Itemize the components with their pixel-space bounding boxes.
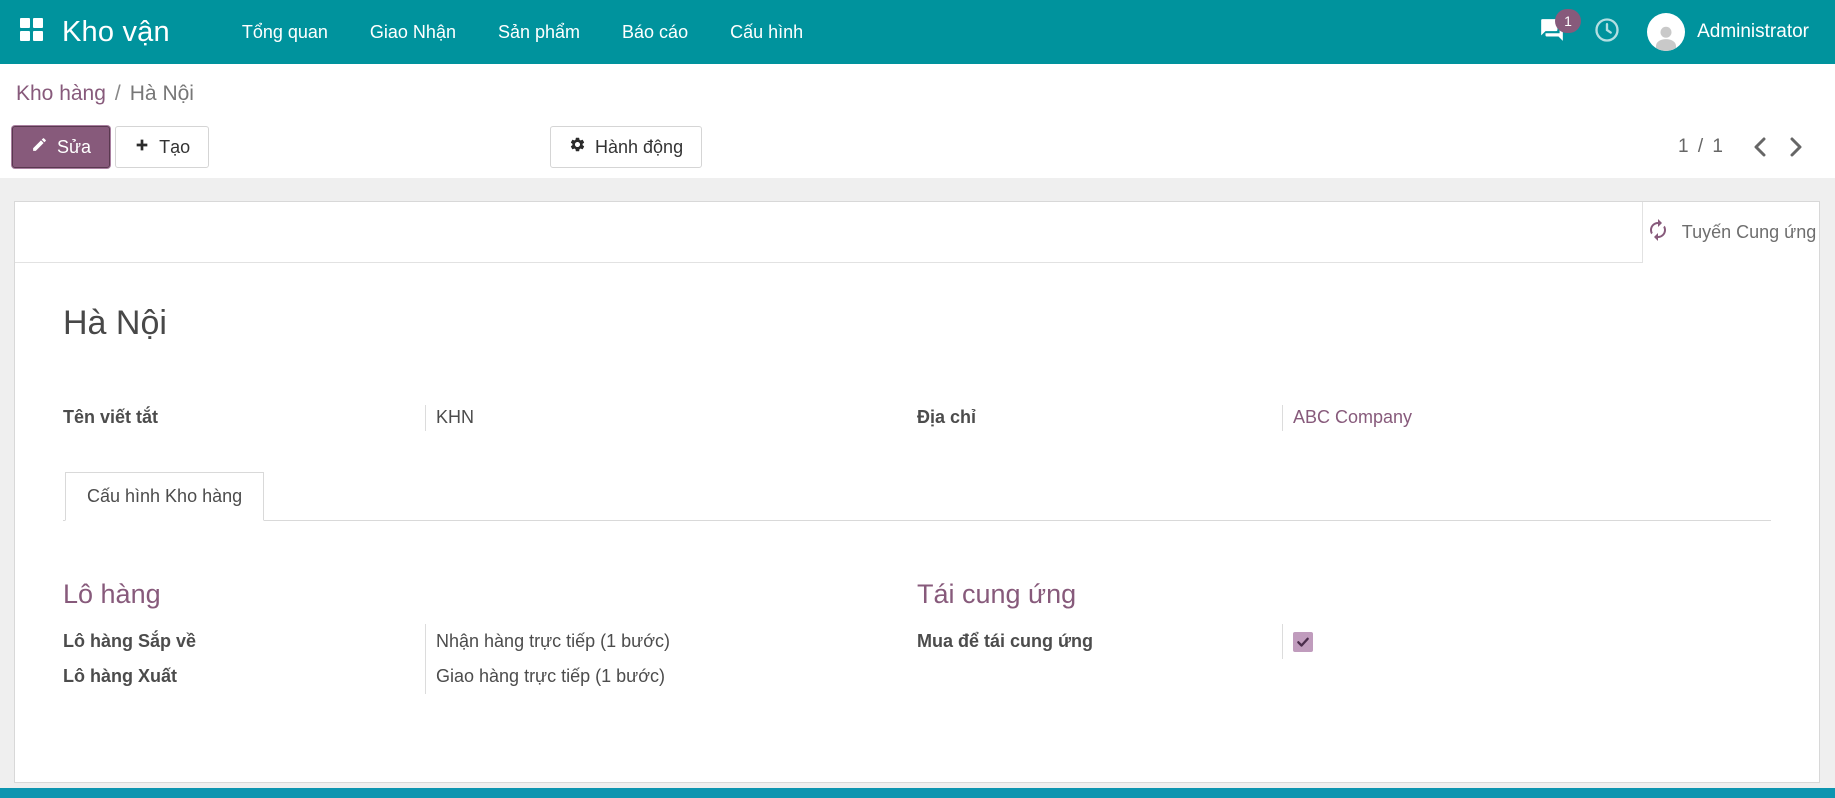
pencil-icon: [31, 136, 48, 158]
buy-to-resupply-row: Mua để tái cung ứng: [917, 624, 1771, 659]
address-value-link[interactable]: ABC Company: [1282, 405, 1771, 431]
gear-icon: [569, 136, 586, 158]
sheet-body: Hà Nội Tên viết tắt KHN Địa chỉ ABC Comp…: [15, 304, 1819, 694]
menu-tong-quan[interactable]: Tổng quan: [240, 16, 330, 49]
short-name-label: Tên viết tắt: [63, 407, 159, 427]
outgoing-shipments-label: Lô hàng Xuất: [63, 666, 177, 686]
user-menu[interactable]: Administrator: [1647, 13, 1809, 51]
fields-grid: Tên viết tắt KHN Địa chỉ ABC Company: [63, 405, 1771, 431]
pager-next-button[interactable]: [1785, 133, 1807, 161]
pager-value: 1 / 1: [1678, 136, 1725, 157]
breadcrumb: Kho hàng / Hà Nội: [16, 82, 194, 106]
field-address: Địa chỉ ABC Company: [917, 405, 1771, 431]
tab-warehouse-config[interactable]: Cấu hình Kho hàng: [65, 472, 265, 521]
control-panel: Kho hàng / Hà Nội Sửa Tạo Hành động 1 / …: [0, 64, 1835, 178]
clock-icon: [1593, 16, 1621, 49]
edit-button-label: Sửa: [57, 136, 92, 157]
short-name-value: KHN: [425, 405, 917, 431]
main-menu: Tổng quan Giao Nhận Sản phẩm Báo cáo Cấu…: [240, 16, 805, 49]
resupply-section-title: Tái cung ứng: [917, 579, 1077, 609]
messages-count-badge: 1: [1555, 8, 1582, 33]
action-menu-button[interactable]: Hành động: [550, 126, 703, 168]
section-shipments: Lô hàng Lô hàng Sắp về Nhận hàng trực ti…: [63, 579, 917, 694]
buy-to-resupply-value: [1282, 624, 1771, 659]
buy-to-resupply-label: Mua để tái cung ứng: [917, 631, 1094, 651]
page: Kho vận Tổng quan Giao Nhận Sản phẩm Báo…: [0, 0, 1835, 798]
incoming-shipments-row: Lô hàng Sắp về Nhận hàng trực tiếp (1 bư…: [63, 624, 917, 659]
menu-giao-nhan[interactable]: Giao Nhận: [368, 16, 458, 49]
app-brand[interactable]: Kho vận: [62, 16, 170, 49]
plus-icon: [134, 137, 150, 158]
outgoing-shipments-value: Giao hàng trực tiếp (1 bước): [425, 659, 917, 694]
outgoing-shipments-row: Lô hàng Xuất Giao hàng trực tiếp (1 bước…: [63, 659, 917, 694]
refresh-icon: [1646, 218, 1670, 247]
activities-menu[interactable]: [1593, 16, 1621, 49]
section-resupply: Tái cung ứng Mua để tái cung ứng: [917, 579, 1771, 694]
breadcrumb-parent-link[interactable]: Kho hàng: [16, 82, 106, 106]
top-navbar: Kho vận Tổng quan Giao Nhận Sản phẩm Báo…: [0, 0, 1835, 64]
button-row: Sửa Tạo: [12, 126, 210, 168]
action-button-label: Hành động: [595, 136, 684, 157]
apps-grid-icon: [19, 17, 44, 47]
breadcrumb-current: Hà Nội: [129, 82, 194, 105]
avatar: [1647, 13, 1686, 51]
breadcrumb-separator: /: [114, 82, 121, 105]
apps-menu-button[interactable]: [0, 0, 62, 64]
supply-routes-label: Tuyến Cung ứng: [1681, 222, 1817, 242]
address-label: Địa chỉ: [917, 407, 977, 427]
messages-menu[interactable]: 1: [1537, 8, 1582, 48]
menu-bao-cao[interactable]: Báo cáo: [620, 16, 690, 49]
incoming-shipments-label: Lô hàng Sắp về: [63, 631, 197, 651]
button-box: Tuyến Cung ứng: [15, 202, 1819, 263]
supply-routes-stat-button[interactable]: Tuyến Cung ứng: [1642, 202, 1819, 263]
shipments-section-title: Lô hàng: [63, 579, 161, 609]
field-short-name: Tên viết tắt KHN: [63, 405, 917, 431]
buy-to-resupply-checkbox[interactable]: [1293, 631, 1313, 652]
menu-san-pham[interactable]: Sản phẩm: [496, 16, 582, 49]
pager: 1 / 1: [1678, 126, 1807, 168]
create-button[interactable]: Tạo: [115, 126, 210, 168]
pager-previous-button[interactable]: [1749, 133, 1771, 161]
incoming-shipments-value: Nhận hàng trực tiếp (1 bước): [425, 624, 917, 659]
create-button-label: Tạo: [159, 136, 191, 157]
sections-grid: Lô hàng Lô hàng Sắp về Nhận hàng trực ti…: [63, 579, 1771, 694]
record-title: Hà Nội: [63, 304, 167, 342]
navbar-right: 1 Administrator: [1537, 8, 1835, 51]
window-bottom-strip: [0, 788, 1835, 798]
user-name: Administrator: [1697, 21, 1809, 42]
notebook-tabs: Cấu hình Kho hàng: [63, 471, 1771, 521]
form-sheet: Tuyến Cung ứng Hà Nội Tên viết tắt KHN Đ…: [14, 201, 1820, 783]
edit-button[interactable]: Sửa: [12, 126, 111, 168]
menu-cau-hinh[interactable]: Cấu hình: [728, 16, 805, 49]
